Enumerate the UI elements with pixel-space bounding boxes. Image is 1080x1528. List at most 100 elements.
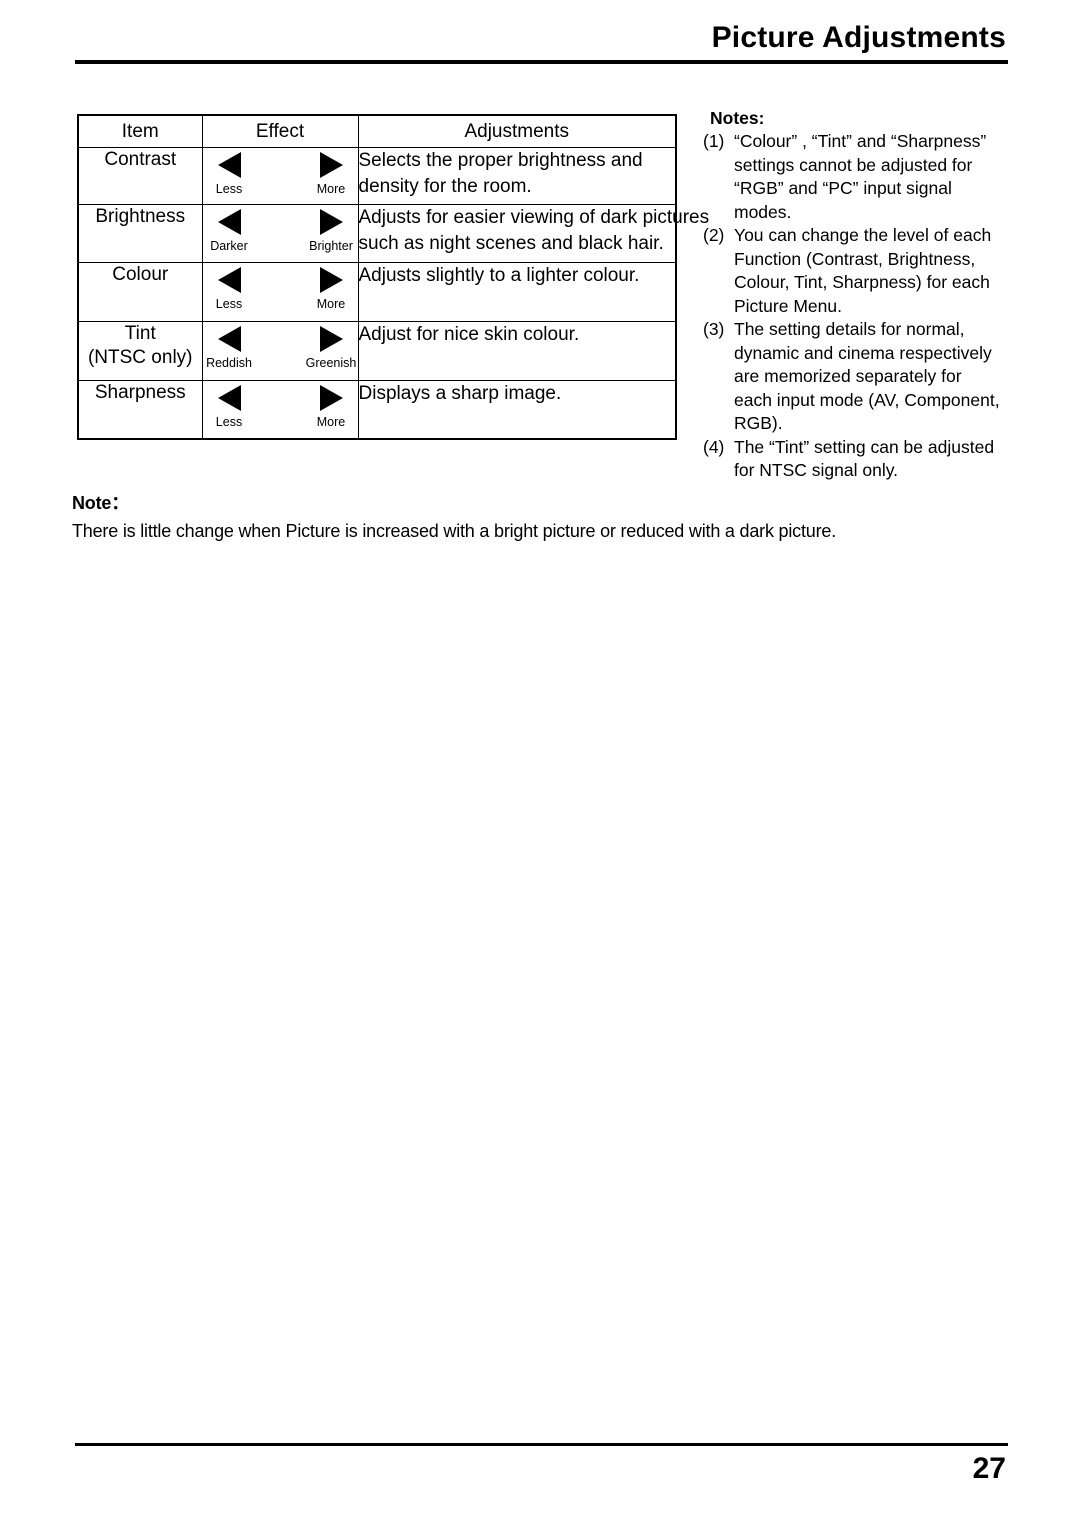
- notes-panel: Notes: (1) “Colour” , “Tint” and “Sharpn…: [703, 107, 1015, 483]
- triangle-right-icon: [319, 152, 343, 178]
- effect-cell-brightness: Darker Brighter: [201, 204, 359, 263]
- table-row: Contrast Less More Selects the proper br…: [77, 147, 677, 205]
- decrease-control-colour[interactable]: Less: [203, 267, 255, 312]
- note-marker: (4): [703, 436, 725, 457]
- bottom-note: Note： There is little change when Pictur…: [72, 490, 1012, 544]
- table-row: Sharpness Less More Displays a sharp ima…: [77, 380, 677, 439]
- adjustment-description-brightness: Adjusts for easier viewing of dark pictu…: [357, 204, 710, 263]
- item-name-brightness: Brightness: [77, 204, 203, 263]
- item-name-sharpness: Sharpness: [77, 380, 203, 439]
- note-body: You can change the level of each Functio…: [734, 224, 1015, 318]
- triangle-left-icon: [217, 385, 241, 411]
- item-name-colour: Colour: [77, 262, 203, 322]
- note-line: Picture Menu.: [734, 295, 842, 316]
- triangle-left-icon: [217, 267, 241, 293]
- decrease-control-tint[interactable]: Reddish: [203, 326, 255, 371]
- description-line: Selects the proper brightness and: [358, 150, 643, 171]
- decrease-label: Less: [215, 182, 243, 196]
- triangle-left-icon: [217, 326, 241, 352]
- note-line: modes.: [734, 201, 792, 222]
- adjustment-description-contrast: Selects the proper brightness and densit…: [357, 147, 677, 205]
- picture-adjustments-table: Item Effect Adjustments Contrast Less Mo…: [77, 114, 710, 440]
- table-row: Brightness Darker Brighter Adjusts for e…: [77, 204, 710, 263]
- increase-label: Greenish: [305, 356, 357, 370]
- note-line: Function (Contrast, Brightness,: [734, 248, 976, 269]
- increase-control-sharpness[interactable]: More: [305, 385, 357, 430]
- bottom-note-text: There is little change when Picture is i…: [72, 521, 836, 541]
- effect-cell-tint: Reddish Greenish: [201, 321, 359, 381]
- effect-cell-sharpness: Less More: [201, 380, 359, 439]
- item-name-contrast: Contrast: [77, 147, 203, 205]
- adjustment-description-colour: Adjusts slightly to a lighter colour.: [357, 262, 677, 322]
- note-marker: (2): [703, 225, 725, 245]
- item-qualifier: (NTSC only): [87, 347, 193, 368]
- triangle-right-icon: [319, 326, 343, 352]
- column-header-item: Item: [77, 114, 203, 148]
- decrease-control-brightness[interactable]: Darker: [203, 209, 255, 254]
- note-line: RGB).: [734, 413, 783, 433]
- table-row: Tint (NTSC only) Reddish Greenish Adjust…: [77, 321, 677, 381]
- column-header-effect: Effect: [201, 114, 359, 148]
- note-line: You can change the level of each: [734, 225, 992, 245]
- description-line: Adjust for nice skin colour.: [358, 324, 580, 345]
- page-number: 27: [972, 1452, 1006, 1485]
- note-line: dynamic and cinema respectively: [734, 342, 992, 363]
- description-line: density for the room.: [358, 176, 532, 197]
- decrease-control-contrast[interactable]: Less: [203, 152, 255, 197]
- triangle-right-icon: [319, 267, 343, 293]
- bottom-note-heading: Note：: [72, 493, 129, 513]
- effect-cell-colour: Less More: [201, 262, 359, 322]
- triangle-left-icon: [217, 152, 241, 178]
- increase-control-brightness[interactable]: Brighter: [305, 209, 357, 254]
- page-header: Picture Adjustments: [75, 20, 1008, 64]
- increase-label: Brighter: [309, 239, 353, 253]
- note-line: “RGB” and “PC” input signal: [734, 178, 952, 198]
- increase-label: More: [316, 182, 346, 196]
- footer-divider: [75, 1443, 1008, 1446]
- adjustment-description-tint: Adjust for nice skin colour.: [357, 321, 677, 381]
- adjustment-description-sharpness: Displays a sharp image.: [357, 380, 677, 439]
- decrease-label: Reddish: [206, 356, 252, 370]
- triangle-right-icon: [319, 209, 343, 235]
- table-header-row: Item Effect Adjustments: [77, 114, 677, 148]
- notes-heading: Notes:: [710, 108, 765, 128]
- note-line: each input mode (AV, Component,: [734, 389, 1000, 410]
- increase-label: More: [316, 415, 346, 429]
- increase-control-colour[interactable]: More: [305, 267, 357, 312]
- note-body: “Colour” , “Tint” and “Sharpness” settin…: [734, 130, 1015, 224]
- note-item-2: (2) You can change the level of each Fun…: [703, 224, 1015, 318]
- description-line: Adjusts for easier viewing of dark pictu…: [358, 207, 710, 228]
- description-line: Displays a sharp image.: [358, 383, 562, 404]
- decrease-label: Darker: [210, 239, 248, 253]
- note-line: settings cannot be adjusted for: [734, 154, 973, 175]
- description-line: such as night scenes and black hair.: [358, 233, 664, 254]
- table-row: Colour Less More Adjusts slightly to a l…: [77, 262, 677, 322]
- item-label: Tint: [124, 323, 156, 344]
- effect-cell-contrast: Less More: [201, 147, 359, 205]
- note-marker: (3): [703, 319, 725, 339]
- note-line: The “Tint” setting can be adjusted: [734, 436, 995, 457]
- note-line: for NTSC signal only.: [734, 460, 899, 480]
- increase-control-contrast[interactable]: More: [305, 152, 357, 197]
- page-title: Picture Adjustments: [711, 21, 1006, 54]
- note-body: The setting details for normal, dynamic …: [734, 318, 1015, 436]
- note-item-1: (1) “Colour” , “Tint” and “Sharpness” se…: [703, 130, 1015, 224]
- page-footer: 27: [75, 1443, 1008, 1488]
- decrease-label: Less: [215, 297, 243, 311]
- note-marker: (1): [703, 131, 725, 151]
- triangle-left-icon: [217, 209, 241, 235]
- increase-control-tint[interactable]: Greenish: [305, 326, 357, 371]
- note-line: are memorized separately for: [734, 366, 962, 386]
- note-line: “Colour” , “Tint” and “Sharpness”: [734, 131, 987, 151]
- decrease-control-sharpness[interactable]: Less: [203, 385, 255, 430]
- header-divider: [75, 60, 1008, 64]
- description-line: Adjusts slightly to a lighter colour.: [358, 265, 640, 286]
- increase-label: More: [316, 297, 346, 311]
- note-line: The setting details for normal,: [734, 319, 965, 339]
- column-header-adjustments: Adjustments: [357, 114, 677, 148]
- item-name-tint: Tint (NTSC only): [77, 321, 203, 381]
- note-item-3: (3) The setting details for normal, dyna…: [703, 318, 1015, 436]
- note-body: The “Tint” setting can be adjusted for N…: [734, 436, 1015, 483]
- decrease-label: Less: [215, 415, 243, 429]
- note-line: Colour, Tint, Sharpness) for each: [734, 272, 990, 292]
